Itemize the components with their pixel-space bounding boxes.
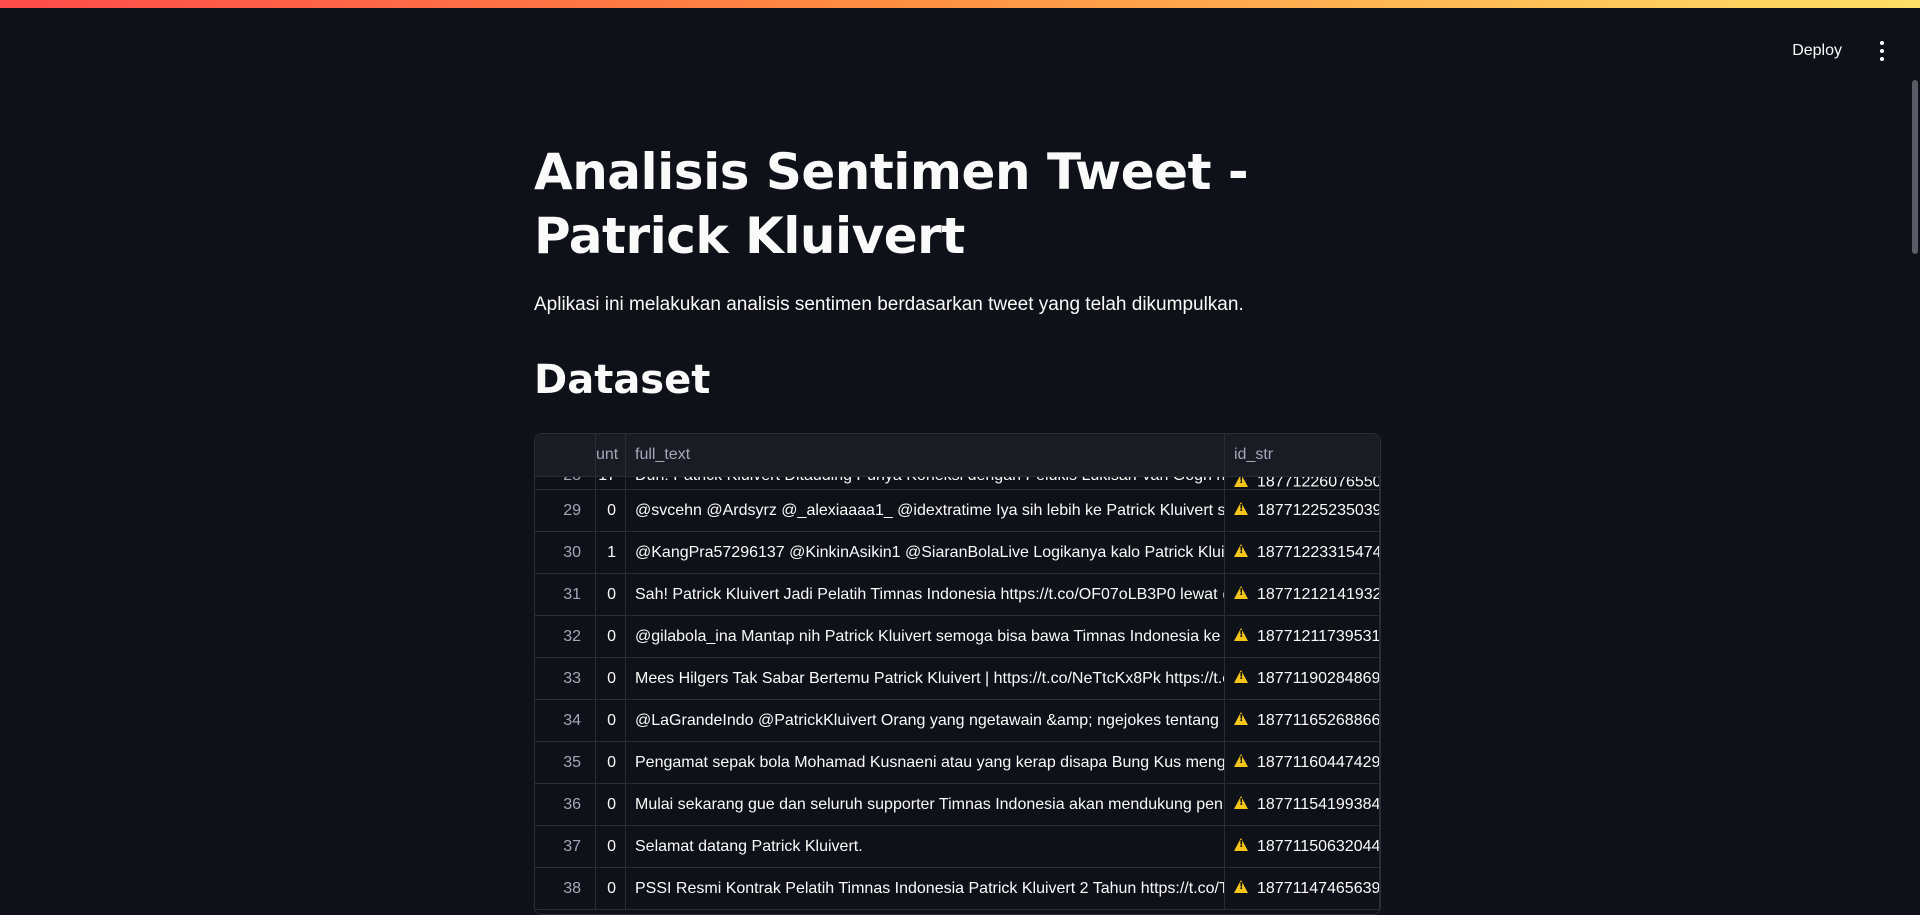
table-header: unt full_text id_str (535, 434, 1380, 477)
row-count: 0 (596, 700, 626, 741)
row-count: 0 (596, 826, 626, 867)
warning-icon (1234, 796, 1248, 810)
row-index: 32 (535, 616, 596, 657)
row-id-str: 18771147465639 (1225, 868, 1380, 909)
row-index: 31 (535, 574, 596, 615)
warning-icon (1234, 628, 1248, 642)
kebab-menu-icon[interactable] (1872, 39, 1892, 63)
table-row[interactable]: 370Selamat datang Patrick Kluivert. 18771… (535, 826, 1380, 868)
row-index: 34 (535, 700, 596, 741)
row-count: 0 (596, 784, 626, 825)
column-header-count[interactable]: unt (596, 434, 626, 476)
deploy-button[interactable]: Deploy (1780, 34, 1854, 68)
table-row[interactable]: 36 0 Mulai sekarang gue dan seluruh suppor… (535, 784, 1380, 826)
row-index: 29 (535, 490, 596, 531)
row-full-text: PSSI Resmi Kontrak Pelatih Timnas Indone… (626, 868, 1225, 909)
column-header-full-text[interactable]: full_text (626, 434, 1225, 476)
warning-icon (1234, 670, 1248, 684)
row-id-value: 18771211739531 (1257, 628, 1380, 645)
warning-icon (1234, 838, 1248, 852)
warning-icon (1234, 544, 1248, 558)
row-count: 0 (596, 742, 626, 783)
row-id-value: 18771150632044 (1257, 838, 1380, 855)
top-decoration-bar (0, 0, 1920, 8)
row-id-str: 18771225235039 (1225, 490, 1380, 531)
row-count: 0 (596, 490, 626, 531)
app-toolbar: Deploy (1620, 8, 1920, 94)
row-id-str: 18771150632044 (1225, 826, 1380, 867)
row-full-text: Pengamat sepak bola Mohamad Kusnaeni ata… (626, 742, 1225, 783)
dataset-heading: Dataset (534, 357, 711, 403)
row-id-str: 18771154199384 (1225, 784, 1380, 825)
warning-icon (1234, 880, 1248, 894)
row-id-value: 18771160447429 (1257, 754, 1380, 771)
table-row[interactable]: 28 17 Duh! Patrick Kluivert Ditauding Pu… (535, 476, 1380, 490)
row-index: 33 (535, 658, 596, 699)
table-row[interactable]: 32 0 @gilabola_ina Mantap nih Patrick Klui… (535, 616, 1380, 658)
table-row[interactable]: 38 0 PSSI Resmi Kontrak Pelatih Timnas Ind… (535, 868, 1380, 910)
row-id-value: 18771226076550 (1257, 476, 1380, 489)
page-caption: Aplikasi ini melakukan analisis sentimen… (534, 294, 1244, 315)
row-count: 0 (596, 574, 626, 615)
row-id-value: 18771147465639 (1257, 880, 1380, 897)
row-index: 30 (535, 532, 596, 573)
row-count: 1 (596, 532, 626, 573)
row-full-text: @LaGrandeIndo @PatrickKluivert Orang yan… (626, 700, 1225, 741)
column-header-index[interactable] (535, 434, 596, 476)
row-index: 36 (535, 784, 596, 825)
row-id-str: 18771223315474 (1225, 532, 1380, 573)
warning-icon (1234, 712, 1248, 726)
table-row[interactable]: 30 1 @KangPra57296137 @KinkinAsikin1 @Siar… (535, 532, 1380, 574)
page-title: Analisis Sentimen Tweet - Patrick Kluive… (534, 143, 1249, 265)
table-row[interactable]: 29 0 @svcehn @Ardsyrz @_alexiaaaa1_ @idext… (535, 490, 1380, 532)
column-header-id-str[interactable]: id_str (1225, 434, 1380, 476)
row-index: 35 (535, 742, 596, 783)
row-full-text: Mulai sekarang gue dan seluruh supporter… (626, 784, 1225, 825)
row-id-value: 18771225235039 (1257, 502, 1380, 519)
row-index: 37 (535, 826, 596, 867)
row-index: 28 (535, 476, 596, 489)
row-id-value: 18771212141932 (1257, 586, 1380, 603)
row-id-value: 18771154199384 (1257, 796, 1380, 813)
row-full-text: Selamat datang Patrick Kluivert. (626, 826, 1225, 867)
row-id-value: 18771165268866 (1257, 712, 1380, 729)
row-id-str: 18771211739531 (1225, 616, 1380, 657)
warning-icon (1234, 754, 1248, 768)
row-id-str: 18771190284869 (1225, 658, 1380, 699)
row-id-str: 18771160447429 (1225, 742, 1380, 783)
row-id-value: 18771190284869 (1257, 670, 1380, 687)
row-id-str: 18771212141932 (1225, 574, 1380, 615)
page-scrollbar-thumb[interactable] (1912, 80, 1918, 254)
row-full-text: Mees Hilgers Tak Sabar Bertemu Patrick K… (626, 658, 1225, 699)
table-row[interactable]: 34 0 @LaGrandeIndo @PatrickKluivert Orang … (535, 700, 1380, 742)
table-row[interactable]: 35 0 Pengamat sepak bola Mohamad Kusnaeni … (535, 742, 1380, 784)
row-id-value: 18771223315474 (1257, 544, 1380, 561)
row-index: 38 (535, 868, 596, 909)
row-full-text: Sah! Patrick Kluivert Jadi Pelatih Timna… (626, 574, 1225, 615)
table-row[interactable]: 31 0 Sah! Patrick Kluivert Jadi Pelatih Ti… (535, 574, 1380, 616)
row-count: 0 (596, 868, 626, 909)
table-row[interactable]: 33 0 Mees Hilgers Tak Sabar Bertemu Patric… (535, 658, 1380, 700)
row-count: 0 (596, 616, 626, 657)
warning-icon (1234, 476, 1248, 487)
row-full-text: @svcehn @Ardsyrz @_alexiaaaa1_ @idextrat… (626, 490, 1225, 531)
row-count: 0 (596, 658, 626, 699)
row-count: 17 (596, 476, 626, 489)
row-id-str: 18771226076550 (1225, 476, 1380, 489)
warning-icon (1234, 502, 1248, 516)
warning-icon (1234, 586, 1248, 600)
row-full-text: @KangPra57296137 @KinkinAsikin1 @SiaranB… (626, 532, 1225, 573)
dataset-table[interactable]: unt full_text id_str 28 17 Duh! Patrick … (534, 433, 1381, 915)
table-body[interactable]: 28 17 Duh! Patrick Kluivert Ditauding Pu… (535, 476, 1380, 914)
row-full-text: Duh! Patrick Kluivert Ditauding Punya Ko… (626, 476, 1225, 489)
row-full-text: @gilabola_ina Mantap nih Patrick Kluiver… (626, 616, 1225, 657)
row-id-str: 18771165268866 (1225, 700, 1380, 741)
main-content: Analisis Sentimen Tweet - Patrick Kluive… (534, 140, 1379, 406)
